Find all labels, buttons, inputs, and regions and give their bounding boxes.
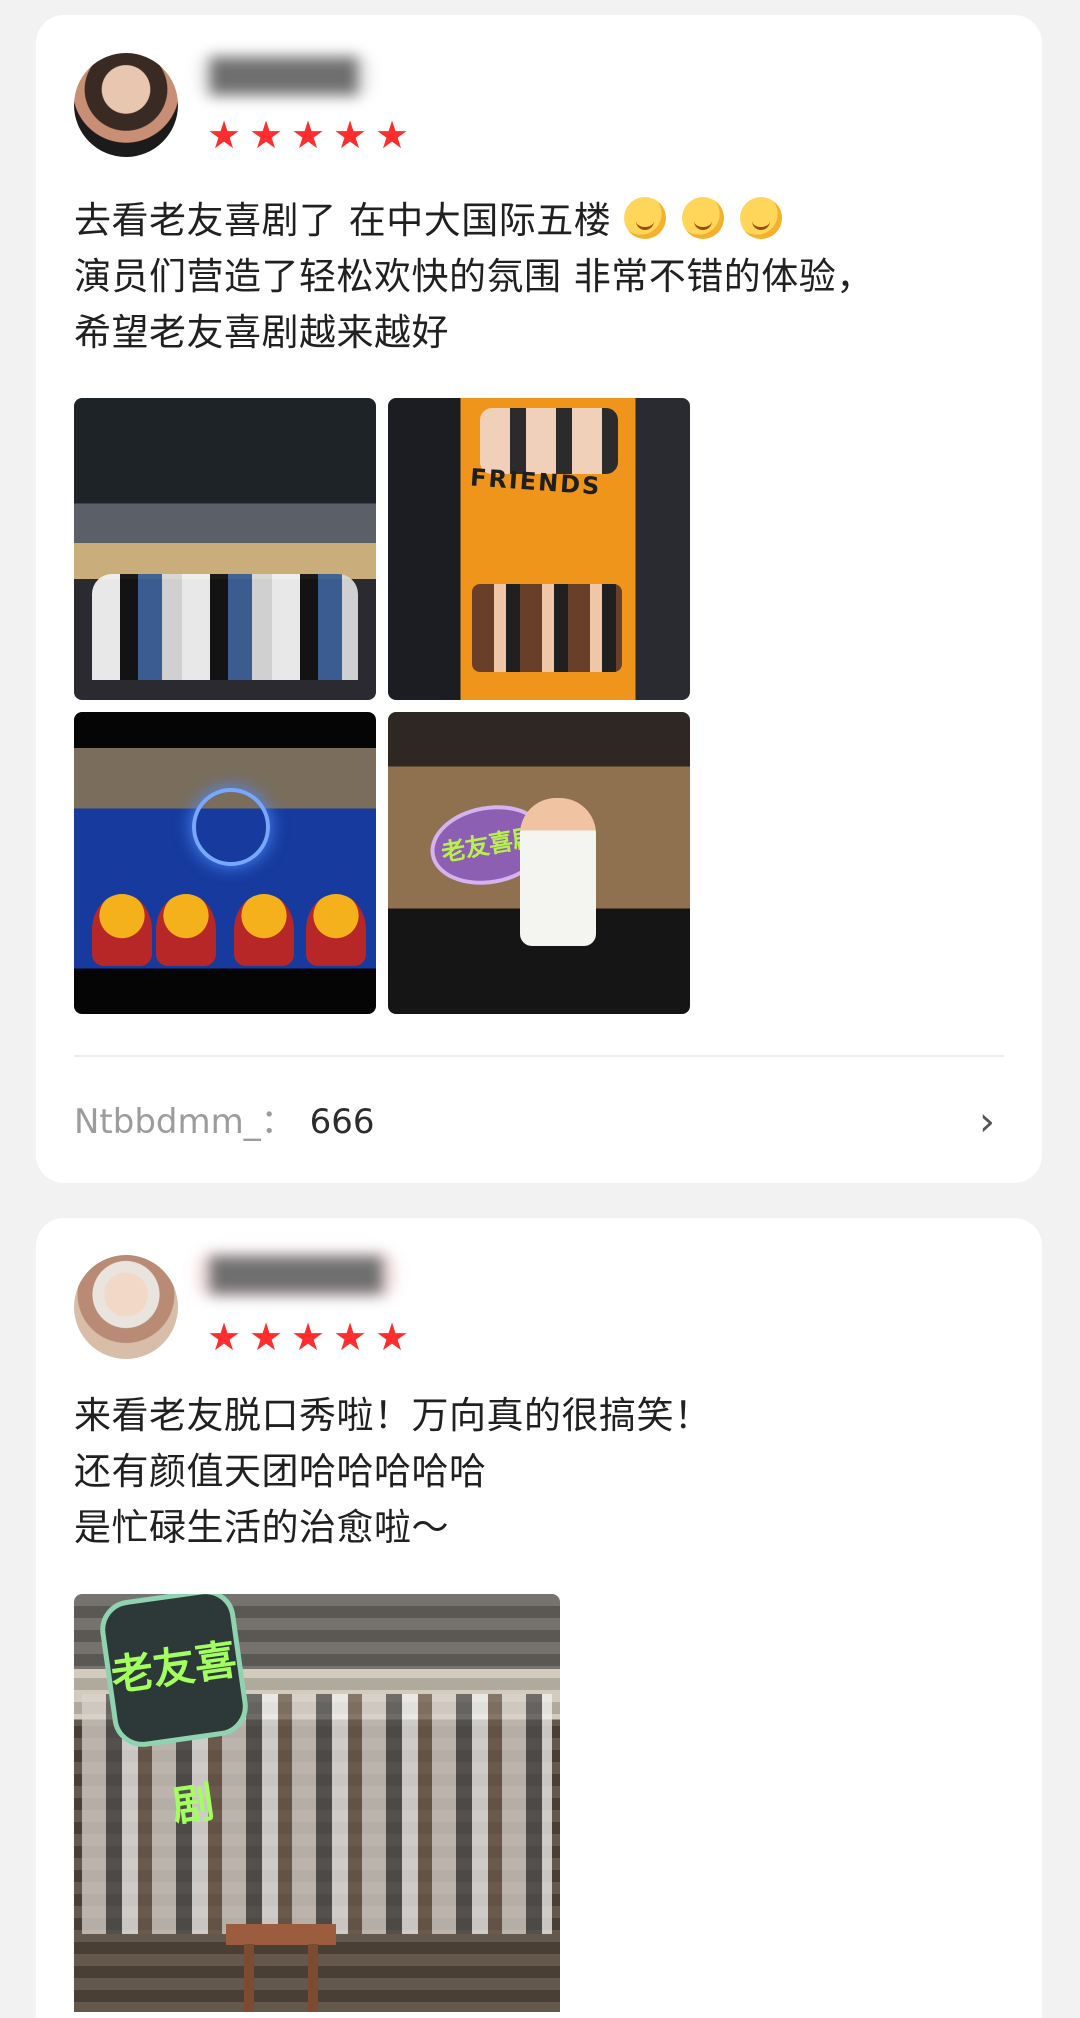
comment-text: 666	[309, 1102, 375, 1142]
stage-logo-light	[192, 788, 270, 866]
star-icon: ★	[290, 113, 326, 157]
star-icon: ★	[206, 1315, 242, 1359]
flower-basket	[234, 894, 294, 966]
blurred-username: ███████	[196, 1252, 397, 1298]
rating-stars: ★ ★ ★ ★ ★	[206, 113, 410, 157]
comment-divider	[74, 1055, 1004, 1057]
review-line: 来看老友脱口秀啦！万向真的很搞笑！	[74, 1394, 712, 1437]
star-icon: ★	[248, 1315, 284, 1359]
stool	[226, 1924, 336, 2012]
review-photo-bookshelf-stage[interactable]: 老友喜剧	[74, 1594, 560, 2012]
review-line: 还有颜值天团哈哈哈哈哈	[74, 1450, 487, 1493]
comedian-figure	[520, 798, 596, 946]
review-line: 希望老友喜剧越来越好	[74, 311, 449, 354]
user-avatar[interactable]	[74, 53, 178, 157]
review-text: 来看老友脱口秀啦！万向真的很搞笑！ 还有颜值天团哈哈哈哈哈 是忙碌生活的治愈啦～	[74, 1388, 1004, 1556]
user-avatar[interactable]	[74, 1255, 178, 1359]
comment-row[interactable]: Ntbbdmm_： 666 ›	[74, 1097, 1004, 1147]
flower-basket	[92, 894, 152, 966]
review-photo-poster[interactable]: FRIENDS	[388, 398, 690, 700]
star-icon: ★	[374, 1315, 410, 1359]
star-icon: ★	[290, 1315, 326, 1359]
star-icon: ★	[374, 113, 410, 157]
face-emoji-icon	[623, 197, 666, 239]
review-line: 演员们营造了轻松欢快的氛围 非常不错的体验，	[74, 255, 874, 298]
poster-faces	[480, 408, 618, 474]
review-photo-performers[interactable]	[74, 398, 376, 700]
blurred-username: ██████	[196, 53, 372, 99]
star-icon: ★	[248, 113, 284, 157]
face-emoji-icon	[681, 197, 724, 239]
face-emoji-icon	[740, 197, 783, 239]
chevron-right-icon[interactable]: ›	[970, 1097, 1004, 1147]
poster-photo-strip	[472, 584, 622, 672]
performer-group	[92, 574, 358, 680]
comment-user[interactable]: Ntbbdmm_：	[74, 1102, 295, 1142]
review-text: 去看老友喜剧了 在中大国际五楼 演员们营造了轻松欢快的氛围 非常不错的体验， 希…	[74, 193, 1004, 361]
stage-logo: 老友喜剧	[96, 1594, 252, 1831]
star-icon: ★	[332, 1315, 368, 1359]
photo-grid: FRIENDS 老友喜剧	[74, 398, 694, 1018]
review-card[interactable]: ███████ ★ ★ ★ ★ ★ 来看老友脱口秀啦！万向真的很搞笑！ 还有颜值…	[36, 1218, 1042, 2018]
star-icon: ★	[332, 113, 368, 157]
review-line: 是忙碌生活的治愈啦～	[74, 1506, 449, 1549]
review-card[interactable]: ██████ ★ ★ ★ ★ ★ 去看老友喜剧了 在中大国际五楼 演员们营造了轻…	[36, 15, 1042, 1183]
rating-stars: ★ ★ ★ ★ ★	[206, 1315, 410, 1359]
review-photo-stage-flowers[interactable]	[74, 712, 376, 1014]
star-icon: ★	[206, 113, 242, 157]
flower-basket	[156, 894, 216, 966]
flower-basket	[306, 894, 366, 966]
review-photo-comedian[interactable]: 老友喜剧	[388, 712, 690, 1014]
review-line: 去看老友喜剧了 在中大国际五楼	[74, 193, 1004, 249]
